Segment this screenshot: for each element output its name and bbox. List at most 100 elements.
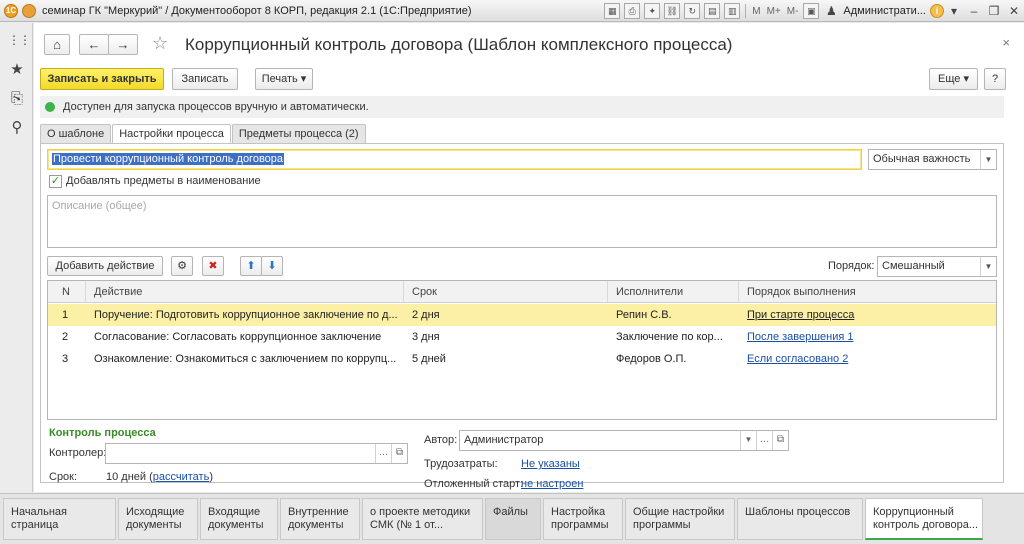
delayed-start-label: Отложенный старт: bbox=[424, 478, 524, 490]
chevron-down-icon[interactable]: ▾ bbox=[946, 4, 962, 18]
apps-grid-icon[interactable]: ⋮⋮ bbox=[8, 31, 31, 49]
window-tab-outgoing[interactable]: Исходящие документы bbox=[118, 498, 198, 540]
close-window-icon[interactable]: ✕ bbox=[1006, 4, 1022, 18]
calendar-icon[interactable]: ▤ bbox=[704, 3, 721, 19]
calculator-icon[interactable]: ▥ bbox=[724, 3, 741, 19]
save-and-close-button[interactable]: Записать и закрыть bbox=[40, 68, 164, 90]
window-title: семинар ГК "Меркурий" / Документооборот … bbox=[42, 4, 472, 17]
minimize-icon[interactable]: – bbox=[966, 4, 982, 18]
order-link[interactable]: Если согласовано 2 bbox=[747, 353, 848, 365]
form-window: ⌂ ← → ☆ Коррупционный контроль договора … bbox=[34, 23, 1024, 492]
window-tab-home[interactable]: Начальная страница bbox=[3, 498, 116, 540]
labor-label: Трудозатраты: bbox=[424, 458, 498, 470]
restore-icon[interactable]: ❐ bbox=[986, 4, 1002, 18]
star-icon[interactable]: ★ bbox=[8, 61, 26, 79]
main-menu-icon[interactable] bbox=[22, 3, 36, 18]
chevron-down-icon[interactable]: ▼ bbox=[980, 257, 996, 276]
grid-view-icon[interactable]: ▦ bbox=[604, 3, 621, 19]
description-textarea[interactable]: Описание (общее) bbox=[47, 195, 997, 248]
author-input[interactable]: Администратор ▼ … ⧉ bbox=[459, 430, 789, 451]
info-icon[interactable]: i bbox=[930, 4, 944, 18]
column-order[interactable]: Порядок выполнения bbox=[739, 281, 996, 303]
process-name-input[interactable]: Провести коррупционный контроль договора bbox=[47, 149, 862, 170]
tab-panel-settings: Провести коррупционный контроль договора… bbox=[40, 143, 1004, 490]
actions-table: N Действие Срок Исполнители Порядок выпо… bbox=[47, 280, 997, 420]
order-link[interactable]: После завершения 1 bbox=[747, 331, 854, 343]
select-controller-button[interactable]: … bbox=[375, 444, 391, 463]
add-subjects-label: Добавлять предметы в наименование bbox=[66, 175, 261, 187]
forward-button[interactable]: → bbox=[108, 34, 138, 55]
open-controller-icon[interactable]: ⧉ bbox=[391, 444, 407, 463]
favorite-star-icon[interactable]: ☆ bbox=[152, 33, 168, 54]
column-term[interactable]: Срок bbox=[404, 281, 608, 303]
settings-icon[interactable]: ⚙ bbox=[171, 256, 193, 276]
delete-icon[interactable]: ✖ bbox=[202, 256, 224, 276]
chevron-down-icon[interactable]: ▼ bbox=[980, 150, 996, 169]
search-icon[interactable]: ⚲ bbox=[8, 119, 26, 137]
print-icon[interactable]: ⎙ bbox=[624, 3, 641, 19]
calculate-link[interactable]: рассчитать bbox=[153, 471, 210, 483]
panel-toggle-icon[interactable]: ▣ bbox=[803, 3, 820, 19]
memory-m-plus[interactable]: M+ bbox=[767, 6, 781, 17]
memory-m-minus[interactable]: M- bbox=[787, 6, 799, 17]
term-value: 10 дней (рассчитать) bbox=[106, 471, 213, 483]
open-windows-bar: Начальная страница Исходящие документы В… bbox=[0, 493, 1024, 544]
importance-select[interactable]: Обычная важность ▼ bbox=[868, 149, 997, 170]
order-link[interactable]: При старте процесса bbox=[747, 309, 854, 321]
bookmark-icon[interactable]: ✦ bbox=[644, 3, 661, 19]
controller-input[interactable]: … ⧉ bbox=[105, 443, 408, 464]
user-icon: ♟ bbox=[826, 4, 837, 18]
tab-about-template[interactable]: О шаблоне bbox=[40, 124, 112, 144]
close-form-icon[interactable]: × bbox=[1002, 35, 1010, 50]
window-tab-process-templates[interactable]: Шаблоны процессов bbox=[737, 498, 863, 540]
delayed-start-link[interactable]: не настроен bbox=[521, 478, 583, 490]
column-n[interactable]: N bbox=[48, 281, 86, 303]
print-button[interactable]: Печать ▾ bbox=[255, 68, 313, 90]
window-tab-files[interactable]: Файлы bbox=[485, 498, 541, 540]
window-tab-common-settings[interactable]: Общие настройки программы bbox=[625, 498, 735, 540]
table-row[interactable]: 1 Поручение: Подготовить коррупционное з… bbox=[48, 304, 996, 326]
table-row[interactable]: 3 Ознакомление: Ознакомиться с заключени… bbox=[48, 348, 996, 370]
links-icon[interactable]: ⛓ bbox=[664, 3, 681, 19]
description-placeholder: Описание (общее) bbox=[52, 200, 147, 212]
author-label: Автор: bbox=[424, 434, 458, 446]
window-tab-program-settings[interactable]: Настройка программы bbox=[543, 498, 623, 540]
more-button[interactable]: Еще ▾ bbox=[929, 68, 978, 90]
window-titlebar: 1С семинар ГК "Меркурий" / Документообор… bbox=[0, 0, 1024, 22]
order-label: Порядок: bbox=[828, 260, 875, 272]
window-tab-internal[interactable]: Внутренние документы bbox=[280, 498, 360, 540]
select-author-button[interactable]: … bbox=[756, 431, 772, 450]
back-button[interactable]: ← bbox=[79, 34, 109, 55]
user-name[interactable]: Администрати... bbox=[843, 5, 926, 17]
column-action[interactable]: Действие bbox=[86, 281, 404, 303]
tab-process-settings[interactable]: Настройки процесса bbox=[112, 124, 231, 145]
window-tab-corruption-control[interactable]: Коррупционный контроль договора... bbox=[865, 498, 983, 540]
term-label: Срок: bbox=[49, 471, 78, 483]
left-sidebar: ⋮⋮ ★ ⎘ ⚲ bbox=[0, 23, 33, 492]
status-text: Доступен для запуска процессов вручную и… bbox=[63, 101, 369, 113]
home-button[interactable]: ⌂ bbox=[44, 34, 70, 55]
page-title: Коррупционный контроль договора (Шаблон … bbox=[185, 35, 733, 54]
table-row[interactable]: 2 Согласование: Согласовать коррупционно… bbox=[48, 326, 996, 348]
move-up-icon[interactable]: ⬆ bbox=[240, 256, 262, 276]
order-select[interactable]: Смешанный ▼ bbox=[877, 256, 997, 277]
move-down-icon[interactable]: ⬇ bbox=[261, 256, 283, 276]
memory-m[interactable]: M bbox=[752, 6, 760, 17]
chevron-down-icon[interactable]: ▼ bbox=[740, 431, 756, 450]
add-action-button[interactable]: Добавить действие bbox=[47, 256, 163, 276]
history-icon[interactable]: ⎘ bbox=[8, 90, 26, 108]
app-logo-icon: 1С bbox=[4, 3, 18, 18]
column-performers[interactable]: Исполнители bbox=[608, 281, 739, 303]
save-button[interactable]: Записать bbox=[172, 68, 238, 90]
add-subjects-checkbox[interactable]: ✓ bbox=[49, 175, 62, 188]
status-indicator-icon bbox=[45, 102, 55, 112]
history-icon[interactable]: ↻ bbox=[684, 3, 701, 19]
window-tab-smk-project[interactable]: о проекте методики СМК (№ 1 от... bbox=[362, 498, 483, 540]
labor-link[interactable]: Не указаны bbox=[521, 458, 580, 470]
tab-process-subjects[interactable]: Предметы процесса (2) bbox=[231, 124, 366, 144]
window-tab-incoming[interactable]: Входящие документы bbox=[200, 498, 278, 540]
open-author-icon[interactable]: ⧉ bbox=[772, 431, 788, 450]
controller-label: Контролер: bbox=[49, 447, 107, 459]
help-button[interactable]: ? bbox=[984, 68, 1006, 90]
status-bar: Доступен для запуска процессов вручную и… bbox=[40, 96, 1004, 118]
